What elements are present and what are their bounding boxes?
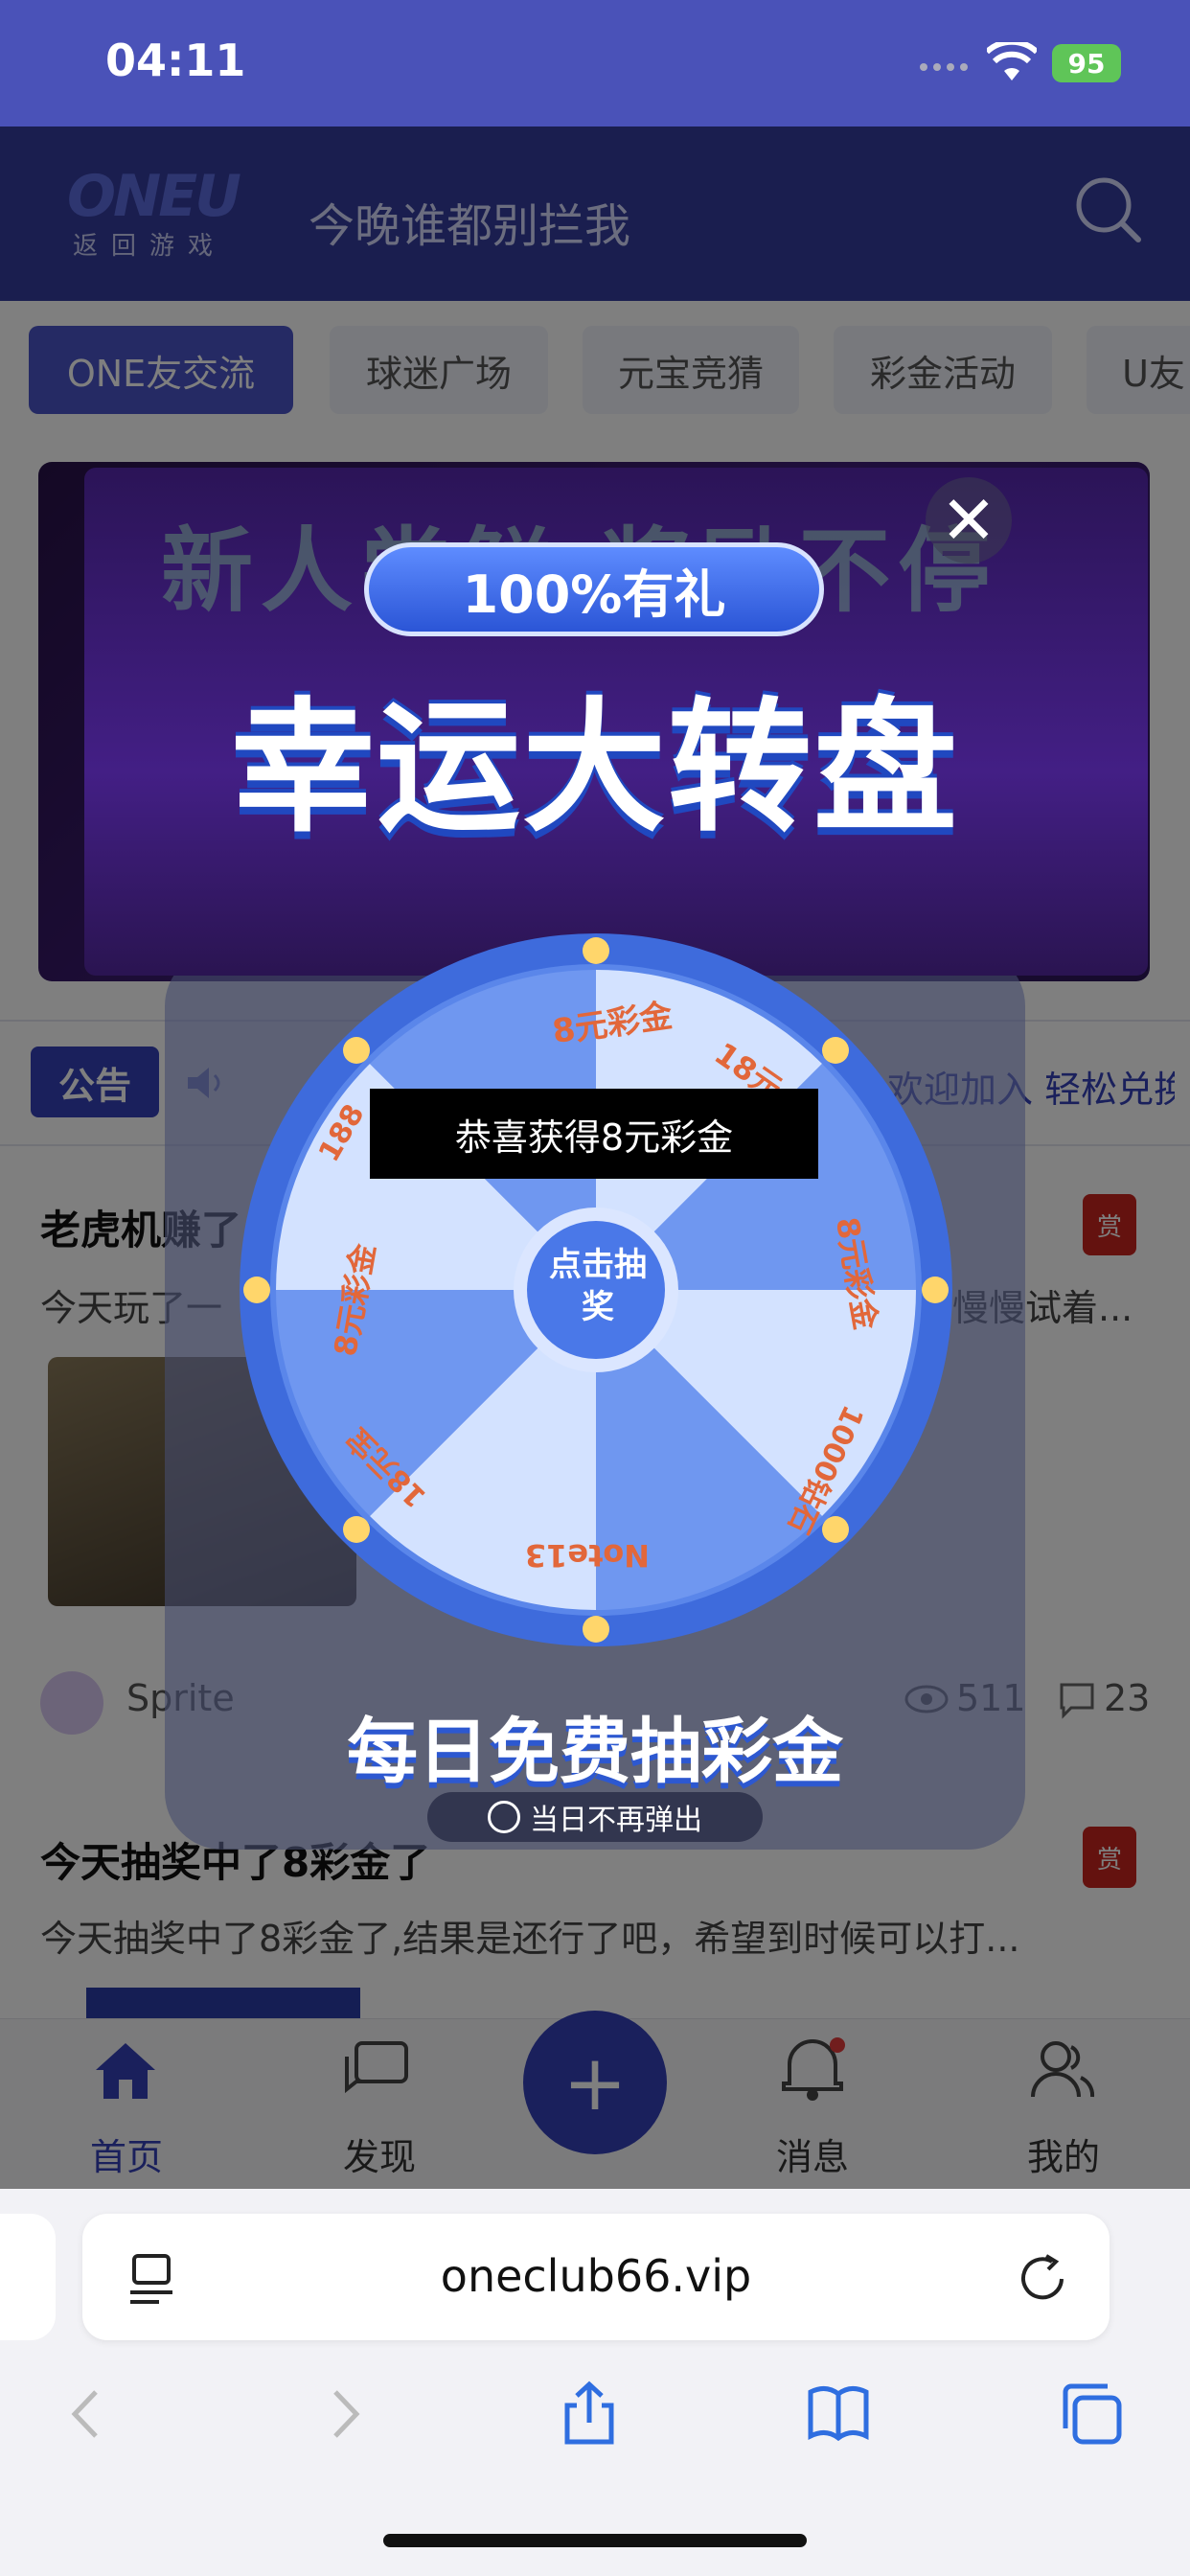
forward-icon[interactable]	[309, 2380, 376, 2448]
dont-show-label: 当日不再弹出	[530, 1804, 702, 1837]
previous-tab-edge[interactable]	[0, 2214, 56, 2340]
reload-icon[interactable]	[1019, 2252, 1069, 2306]
url-text[interactable]: oneclub66.vip	[82, 2250, 1110, 2302]
checkbox[interactable]	[488, 1801, 520, 1833]
spin-button[interactable]: 点击抽奖	[544, 1244, 652, 1328]
daily-banner: 每日免费抽彩金	[347, 1711, 843, 1793]
home-indicator	[383, 2534, 807, 2547]
signal-icon	[920, 63, 968, 71]
back-icon[interactable]	[56, 2380, 123, 2448]
bookmarks-icon[interactable]	[805, 2380, 872, 2448]
battery-indicator: 95	[1052, 44, 1121, 82]
wifi-icon	[987, 42, 1037, 80]
prize-toast: 恭喜获得8元彩金	[370, 1089, 818, 1179]
status-time: 04:11	[105, 34, 246, 86]
close-icon[interactable]: ✕	[926, 477, 1012, 564]
segment-label: Note13	[525, 1537, 650, 1574]
share-icon[interactable]	[556, 2380, 623, 2448]
promo-pill: 100%有礼	[364, 542, 824, 636]
dont-show-today-toggle[interactable]: 当日不再弹出	[427, 1792, 763, 1842]
tabs-icon[interactable]	[1058, 2380, 1125, 2448]
popup-title: 幸运大转盘	[230, 685, 959, 852]
